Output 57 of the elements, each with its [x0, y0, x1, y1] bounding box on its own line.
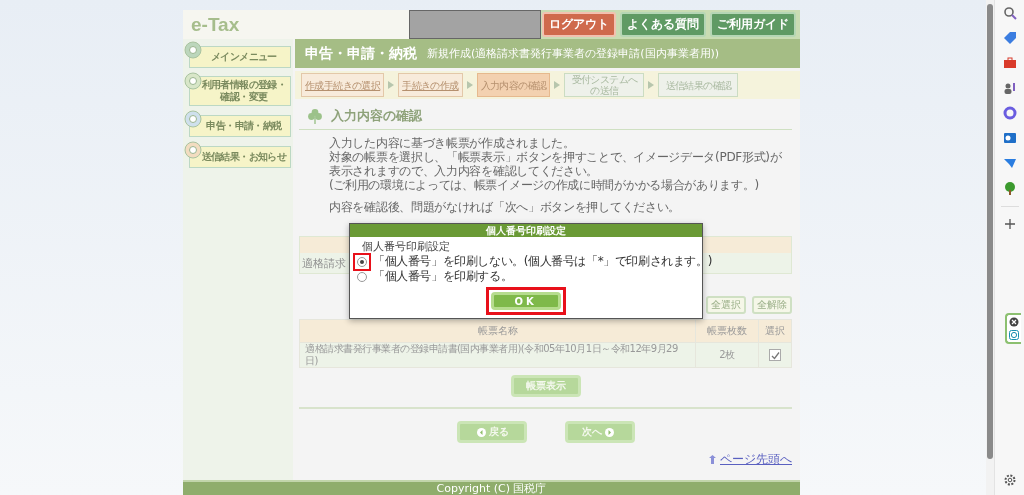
- instruction-text: (ご利用の環境によっては、帳票イメージの作成に時間がかかる場合があります。): [329, 178, 760, 192]
- column-header: 帳票枚数: [695, 319, 759, 343]
- step-item: 作成手続きの選択: [301, 73, 385, 97]
- send-icon[interactable]: [1002, 156, 1017, 170]
- page-title: 申告・申請・納税: [305, 44, 417, 63]
- settings-icon[interactable]: [1002, 473, 1017, 487]
- sidebar-item[interactable]: メインメニュー: [189, 46, 291, 68]
- add-icon[interactable]: [1003, 218, 1016, 230]
- checkbox[interactable]: [769, 349, 781, 361]
- table-cell: 適格請求書発行事業者の登録申請書(国内事業者用)(令和05年10月1日～令和12年9月29日): [299, 342, 696, 368]
- select-button[interactable]: 全解除: [752, 296, 792, 314]
- close-icon[interactable]: [1008, 317, 1019, 327]
- step-arrow-icon: [388, 81, 395, 89]
- step-item: 手続きの作成: [398, 73, 463, 97]
- toolbox-icon[interactable]: [1002, 56, 1017, 70]
- option-group-label: 個人番号印刷設定: [361, 239, 451, 254]
- table-cell: 適格請求: [302, 255, 346, 271]
- option-label: 「個人番号」を印刷しない。(個人番号は「*」で印刷されます。): [373, 253, 712, 270]
- step-item: 受付システムへの送信: [564, 73, 645, 97]
- ok-button[interactable]: OK: [490, 292, 561, 310]
- step-arrow-icon: [554, 81, 561, 89]
- app-icon[interactable]: [1008, 330, 1019, 340]
- column-header: 帳票名称: [299, 319, 696, 343]
- clover-icon: [307, 108, 323, 124]
- column-header: 選択: [758, 319, 792, 343]
- copyright-text: Copyright (C) 国税庁: [436, 482, 547, 495]
- dialog-title: 個人番号印刷設定: [350, 224, 702, 237]
- page-top-link[interactable]: ページ先頭へ: [720, 451, 792, 468]
- select-button[interactable]: 全選択: [706, 296, 746, 314]
- section-heading: 入力内容の確認: [331, 107, 422, 125]
- option-label: 「個人番号」を印刷する。: [373, 268, 513, 285]
- tree-icon[interactable]: [1002, 181, 1017, 195]
- tag-icon[interactable]: [1002, 31, 1017, 45]
- radio-button[interactable]: [357, 271, 367, 282]
- header-button[interactable]: ログアウト: [542, 12, 616, 37]
- page-subtitle: 新規作成(適格請求書発行事業者の登録申請(国内事業者用)): [427, 46, 720, 61]
- instruction-text: 内容を確認後、問題がなければ「次へ」ボタンを押してください。: [329, 200, 681, 214]
- people-icon[interactable]: [1002, 81, 1017, 95]
- header-button[interactable]: よくある質問: [620, 12, 706, 37]
- sidebar-item[interactable]: 申告・申請・納税: [189, 115, 291, 137]
- instruction-text: 対象の帳票を選択し、「帳票表示」ボタンを押すことで、イメージデータ(PDF形式)が表示されますので、入力内容を確認してください。: [329, 150, 783, 178]
- scrollbar[interactable]: [986, 0, 994, 495]
- sidebar-item[interactable]: 利用者情報の登録・確認・変更: [189, 76, 291, 106]
- page-top-icon: [709, 454, 718, 465]
- search-icon[interactable]: [1002, 6, 1017, 20]
- left-arrow-icon: [477, 427, 486, 437]
- step-arrow-icon: [466, 81, 473, 89]
- sidebar-item[interactable]: 送信結果・お知らせ: [189, 146, 291, 168]
- header-button[interactable]: ご利用ガイド: [710, 12, 796, 37]
- mail-icon[interactable]: [1002, 131, 1017, 145]
- instruction-text: 入力した内容に基づき帳票が作成されました。: [329, 136, 576, 150]
- logo: e-Tax: [191, 13, 240, 36]
- radio-button[interactable]: [357, 256, 367, 267]
- ring-icon[interactable]: [1002, 106, 1017, 120]
- step-item: 送信結果の確認: [658, 73, 739, 97]
- step-arrow-icon: [648, 81, 655, 89]
- right-arrow-icon: [605, 427, 614, 437]
